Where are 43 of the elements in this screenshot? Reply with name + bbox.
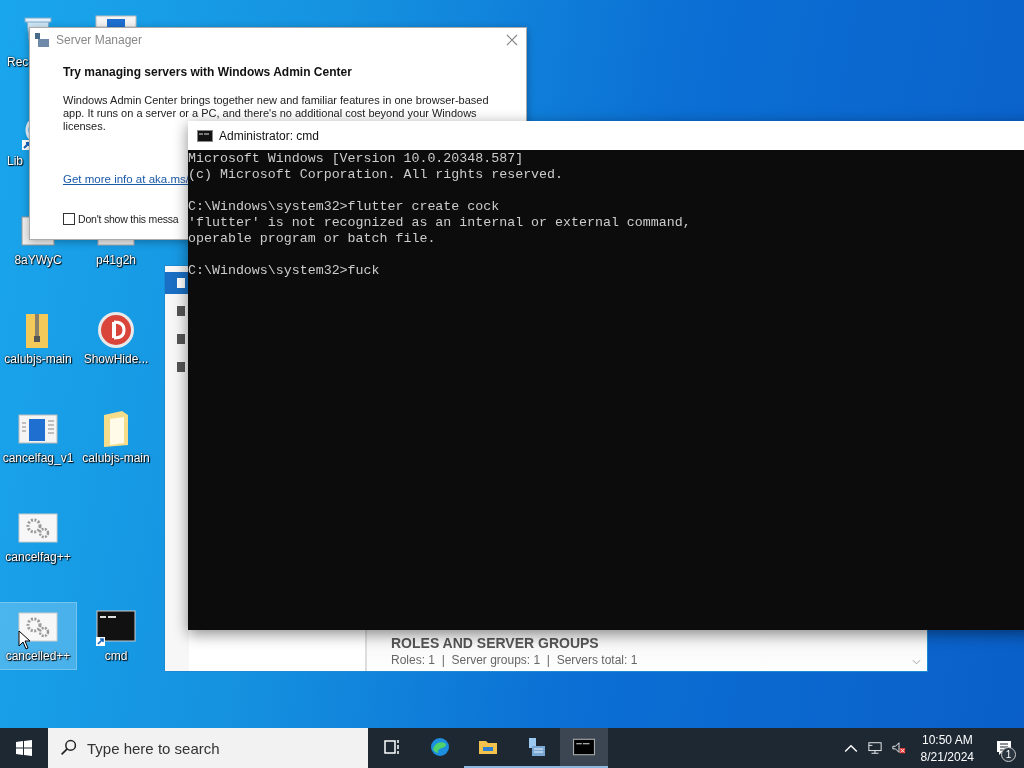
desktop-shortcut[interactable]: calubjs-main	[0, 306, 76, 372]
server-icon	[175, 333, 187, 345]
server-icon	[175, 277, 187, 289]
badge-icon	[95, 310, 137, 350]
info-link[interactable]: Get more info at aka.ms/	[63, 173, 189, 185]
console-line: 'flutter' is not recognized as an internal or external command,	[188, 215, 691, 231]
volume-muted-icon[interactable]	[891, 741, 906, 755]
search-icon	[60, 739, 77, 756]
desktop-shortcut[interactable]: cancelled++	[0, 603, 76, 669]
console-icon	[95, 607, 137, 647]
desktop-shortcut[interactable]: cancelfag_v1	[0, 405, 76, 471]
console-icon	[573, 737, 595, 757]
section-title: ROLES AND SERVER GROUPS	[391, 635, 600, 651]
close-icon[interactable]	[506, 34, 518, 46]
network-icon[interactable]	[867, 741, 882, 755]
desktop-shortcut[interactable]: cancelfag++	[0, 504, 76, 570]
notification-badge: 1	[1001, 747, 1016, 762]
pointer-icon	[18, 630, 32, 650]
console-icon	[197, 129, 213, 142]
console-line: operable program or batch file.	[188, 231, 436, 247]
console-line: C:\Windows\system32>fuck	[188, 263, 380, 279]
desktop-shortcut[interactable]: cmd	[78, 603, 154, 669]
console-line: (c) Microsoft Corporation. All rights reserved.	[188, 167, 564, 183]
desktop-shortcut[interactable]: ShowHide...	[78, 306, 154, 372]
checkbox-label: Don't show this messa	[78, 213, 179, 225]
four-panes-icon	[16, 740, 32, 756]
dialog-heading: Try managing servers with Windows Admin Center	[63, 65, 353, 79]
console-line: Microsoft Windows [Version 10.0.20348.587]	[188, 151, 524, 167]
browser-icon	[429, 737, 451, 757]
server-icon	[175, 361, 187, 373]
console-line: C:\Windows\system32>flutter create cock	[188, 199, 500, 215]
server-icon	[175, 305, 187, 317]
window-title: Server Manager	[56, 33, 144, 47]
sidebar-item[interactable]	[165, 272, 189, 294]
section-summary: Roles: 1 | Server groups: 1 | Servers total: 1	[391, 653, 639, 667]
taskbar-app[interactable]	[560, 728, 608, 768]
desktop-shortcut[interactable]: calubjs-main	[78, 405, 154, 471]
clock-date: 8/21/2024	[920, 749, 974, 764]
clock[interactable]: 10:50 AM 8/21/2024	[910, 728, 984, 768]
checkbox[interactable]	[63, 213, 75, 225]
server-manager-icon	[34, 32, 50, 48]
clock-time: 10:50 AM	[921, 732, 973, 747]
search-field[interactable]: Type here to search	[48, 728, 368, 768]
